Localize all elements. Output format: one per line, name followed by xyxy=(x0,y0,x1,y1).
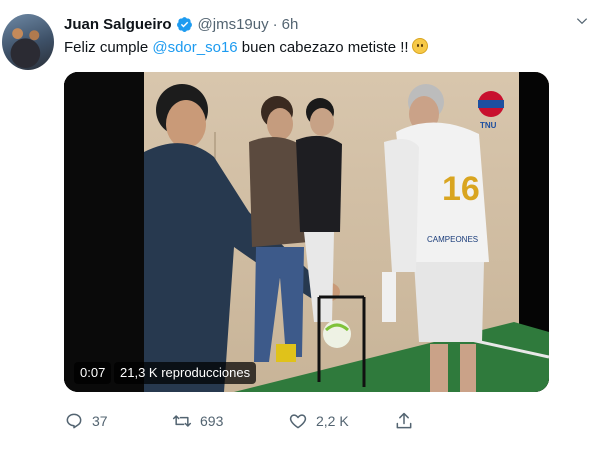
jersey-number: 16 xyxy=(442,170,480,208)
author-name[interactable]: Juan Salgueiro xyxy=(64,16,172,33)
tweet-text-start: Feliz cumple xyxy=(64,39,153,56)
frowning-face-emoji-icon xyxy=(411,38,428,54)
retweet-count: 693 xyxy=(200,413,224,429)
video-frame: 16 CAMPEONES TNU xyxy=(64,72,549,392)
reply-count: 37 xyxy=(92,413,108,429)
mention-link[interactable]: @sdor_so16 xyxy=(152,39,237,56)
jersey-sponsor: CAMPEONES xyxy=(427,235,478,244)
author-handle[interactable]: @jms19uy xyxy=(198,16,269,33)
reply-icon xyxy=(66,413,82,429)
share-icon xyxy=(396,412,412,429)
reply-button[interactable]: 37 xyxy=(64,410,108,432)
avatar[interactable] xyxy=(2,14,54,70)
verified-badge-icon xyxy=(176,16,192,32)
tweet: Juan Salgueiro @jms19uy · 6h Feliz cumpl… xyxy=(0,0,600,450)
retweet-button[interactable]: 693 xyxy=(172,410,223,432)
like-count: 2,2 K xyxy=(316,413,349,429)
separator-dot: · xyxy=(272,15,278,33)
like-button[interactable]: 2,2 K xyxy=(288,410,349,432)
tweet-time[interactable]: 6h xyxy=(282,16,299,33)
tweet-text-end: buen cabezazo metiste !! xyxy=(237,39,409,56)
share-button[interactable] xyxy=(394,410,414,432)
chevron-down-icon[interactable] xyxy=(575,14,589,28)
video-view-count: 21,3 K reproducciones xyxy=(114,362,257,384)
tweet-text: Feliz cumple @sdor_so16 buen cabezazo me… xyxy=(64,38,428,58)
tweet-header: Juan Salgueiro @jms19uy · 6h xyxy=(64,14,298,34)
channel-logo: TNU xyxy=(480,121,497,130)
heart-icon xyxy=(289,414,307,429)
video-timestamp: 0:07 xyxy=(74,362,112,384)
video-player[interactable]: 16 CAMPEONES TNU 0:07 21,3 K reproduccio… xyxy=(64,72,549,392)
action-bar: 37 693 2,2 K xyxy=(64,410,464,432)
retweet-icon xyxy=(172,415,192,427)
